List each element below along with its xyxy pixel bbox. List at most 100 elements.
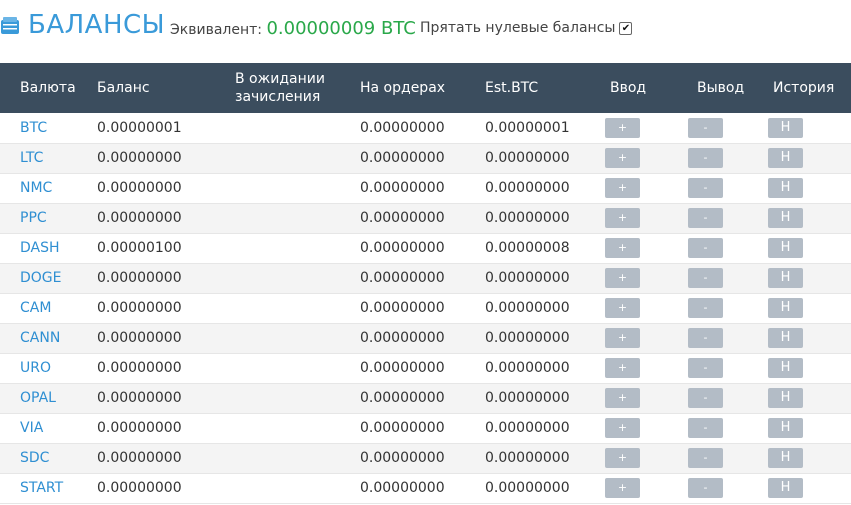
- hide-zero-toggle[interactable]: Прятать нулевые балансы ✔: [420, 20, 633, 36]
- pending-cell: [235, 383, 360, 414]
- est-btc-cell: 0.00000000: [485, 443, 600, 474]
- currency-link[interactable]: URO: [20, 360, 51, 376]
- currency-link[interactable]: BTC: [20, 120, 47, 136]
- withdraw-button[interactable]: -: [688, 448, 723, 468]
- est-btc-cell: 0.00000000: [485, 383, 600, 414]
- balance-cell: 0.00000000: [97, 143, 235, 174]
- balance-cell: 0.00000000: [97, 263, 235, 294]
- currency-link[interactable]: CAM: [20, 300, 51, 316]
- balance-cell: 0.00000000: [97, 293, 235, 324]
- currency-cell: URO: [20, 353, 97, 384]
- withdraw-button[interactable]: -: [688, 358, 723, 378]
- currency-link[interactable]: VIA: [20, 420, 43, 436]
- table-header-row: Валюта Баланс В ожидании зачисления На о…: [0, 63, 851, 113]
- col-withdraw: Вывод: [697, 80, 745, 96]
- pending-cell: [235, 473, 360, 504]
- balance-cell: 0.00000000: [97, 473, 235, 504]
- withdraw-button[interactable]: -: [688, 238, 723, 258]
- equivalent-summary: Эквивалент: 0.00000009 BTC: [170, 18, 416, 39]
- history-button[interactable]: H: [768, 418, 803, 438]
- history-button[interactable]: H: [768, 448, 803, 468]
- deposit-button[interactable]: +: [605, 298, 640, 318]
- deposit-button[interactable]: +: [605, 238, 640, 258]
- deposit-button[interactable]: +: [605, 388, 640, 408]
- currency-cell: CANN: [20, 323, 97, 354]
- on-orders-cell: 0.00000000: [360, 143, 485, 174]
- on-orders-cell: 0.00000000: [360, 113, 485, 144]
- currency-link[interactable]: CANN: [20, 330, 60, 346]
- balance-cell: 0.00000001: [97, 113, 235, 144]
- currency-cell: LTC: [20, 143, 97, 174]
- withdraw-button[interactable]: -: [688, 178, 723, 198]
- withdraw-button[interactable]: -: [688, 388, 723, 408]
- est-btc-cell: 0.00000000: [485, 413, 600, 444]
- history-button[interactable]: H: [768, 268, 803, 288]
- history-button[interactable]: H: [768, 478, 803, 498]
- deposit-button[interactable]: +: [605, 478, 640, 498]
- currency-link[interactable]: PPC: [20, 210, 47, 226]
- currency-link[interactable]: SDC: [20, 450, 49, 466]
- deposit-button[interactable]: +: [605, 148, 640, 168]
- currency-cell: START: [20, 473, 97, 504]
- deposit-button[interactable]: +: [605, 178, 640, 198]
- currency-cell: CAM: [20, 293, 97, 324]
- history-button[interactable]: H: [768, 148, 803, 168]
- balance-cell: 0.00000000: [97, 173, 235, 204]
- pending-cell: [235, 113, 360, 144]
- table-row: LTC 0.00000000 0.00000000 0.00000000 + - H: [0, 143, 851, 174]
- balances-table-container: Валюта Баланс В ожидании зачисления На о…: [0, 63, 851, 504]
- pending-cell: [235, 443, 360, 474]
- history-button[interactable]: H: [768, 358, 803, 378]
- table-row: DOGE 0.00000000 0.00000000 0.00000000 + - H: [0, 263, 851, 294]
- deposit-button[interactable]: +: [605, 268, 640, 288]
- withdraw-button[interactable]: -: [688, 148, 723, 168]
- col-currency: Валюта: [20, 80, 76, 96]
- deposit-button[interactable]: +: [605, 448, 640, 468]
- currency-cell: BTC: [20, 113, 97, 144]
- balance-cell: 0.00000000: [97, 203, 235, 234]
- withdraw-button[interactable]: -: [688, 208, 723, 228]
- on-orders-cell: 0.00000000: [360, 293, 485, 324]
- history-button[interactable]: H: [768, 117, 803, 138]
- withdraw-button[interactable]: -: [688, 298, 723, 318]
- table-row: CANN 0.00000000 0.00000000 0.00000000 + - H: [0, 323, 851, 354]
- balances-table: Валюта Баланс В ожидании зачисления На о…: [0, 63, 851, 504]
- withdraw-button[interactable]: -: [688, 328, 723, 348]
- history-button[interactable]: H: [768, 178, 803, 198]
- col-on-orders: На ордерах: [360, 80, 446, 96]
- currency-cell: DOGE: [20, 263, 97, 294]
- currency-link[interactable]: DASH: [20, 240, 60, 256]
- est-btc-cell: 0.00000001: [485, 113, 600, 144]
- deposit-button[interactable]: +: [605, 418, 640, 438]
- balance-cell: 0.00000000: [97, 413, 235, 444]
- deposit-button[interactable]: +: [605, 117, 640, 138]
- balance-cell: 0.00000000: [97, 323, 235, 354]
- withdraw-button[interactable]: -: [688, 268, 723, 288]
- table-row: URO 0.00000000 0.00000000 0.00000000 + - H: [0, 353, 851, 384]
- withdraw-button[interactable]: -: [688, 117, 723, 138]
- currency-link[interactable]: START: [20, 480, 63, 496]
- history-button[interactable]: H: [768, 208, 803, 228]
- deposit-button[interactable]: +: [605, 208, 640, 228]
- page-header: БАЛАНСЫ Эквивалент: 0.00000009 BTC Прята…: [0, 0, 851, 62]
- history-button[interactable]: H: [768, 388, 803, 408]
- currency-link[interactable]: LTC: [20, 150, 43, 166]
- history-button[interactable]: H: [768, 298, 803, 318]
- balance-cell: 0.00000000: [97, 353, 235, 384]
- history-button[interactable]: H: [768, 238, 803, 258]
- currency-link[interactable]: DOGE: [20, 270, 62, 286]
- currency-cell: OPAL: [20, 383, 97, 414]
- table-row: VIA 0.00000000 0.00000000 0.00000000 + - H: [0, 413, 851, 444]
- currency-link[interactable]: NMC: [20, 180, 52, 196]
- withdraw-button[interactable]: -: [688, 418, 723, 438]
- on-orders-cell: 0.00000000: [360, 203, 485, 234]
- withdraw-button[interactable]: -: [688, 478, 723, 498]
- hide-zero-checkbox[interactable]: ✔: [619, 21, 633, 35]
- history-button[interactable]: H: [768, 328, 803, 348]
- est-btc-cell: 0.00000000: [485, 173, 600, 204]
- currency-link[interactable]: OPAL: [20, 390, 56, 406]
- deposit-button[interactable]: +: [605, 358, 640, 378]
- est-btc-cell: 0.00000000: [485, 293, 600, 324]
- page-title: БАЛАНСЫ: [28, 10, 166, 40]
- deposit-button[interactable]: +: [605, 328, 640, 348]
